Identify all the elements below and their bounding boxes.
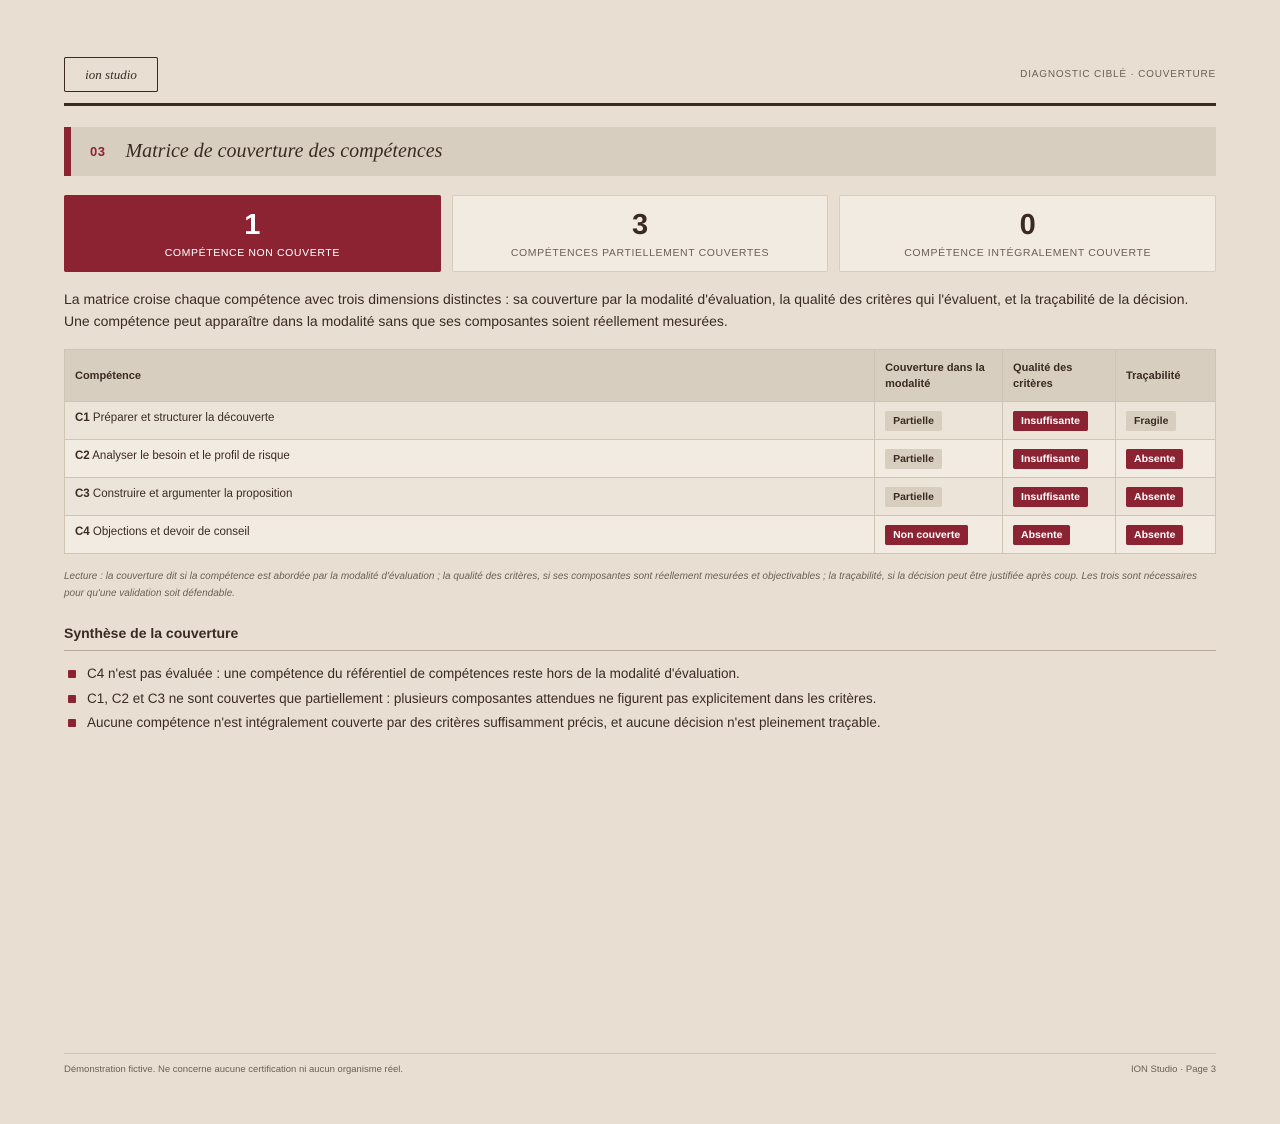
footer-page-number: ION Studio · Page 3 — [1130, 1064, 1216, 1075]
synthesis-list: C4 n'est pas évaluée : une compétence du… — [64, 662, 1216, 736]
competence-cell: C4 Objections et devoir de conseil — [63, 515, 876, 554]
page-footer: Démonstration fictive. Ne concerne aucun… — [64, 1053, 1216, 1075]
qualite-cell: Absente — [1002, 515, 1117, 554]
qualite-cell: Insuffisante — [1002, 401, 1117, 440]
status-badge: Fragile — [1126, 410, 1177, 431]
status-badge: Absente — [1126, 524, 1184, 545]
stat-card-uncovered: 1 COMPÉTENCE NON COUVERTE — [64, 195, 441, 272]
stat-label: COMPÉTENCE INTÉGRALEMENT COUVERTE — [904, 246, 1152, 259]
bullet-square-icon — [68, 719, 76, 727]
status-badge: Non couverte — [885, 524, 969, 545]
status-badge: Absente — [1126, 448, 1184, 469]
status-badge: Absente — [1126, 486, 1184, 507]
stat-card-full: 0 COMPÉTENCE INTÉGRALEMENT COUVERTE — [839, 195, 1217, 272]
bullet-square-icon — [68, 670, 76, 678]
status-badge: Partielle — [885, 486, 942, 507]
stat-value: 0 — [1019, 208, 1036, 241]
footer-disclaimer: Démonstration fictive. Ne concerne aucun… — [64, 1064, 404, 1075]
logo: ion studio — [64, 57, 158, 92]
bullet-square-icon — [68, 694, 76, 703]
list-item-text: Aucune compétence n'est intégralement co… — [87, 715, 881, 730]
header-label: DIAGNOSTIC CIBLÉ · COUVERTURE — [1020, 69, 1216, 80]
tracabilite-cell: Absente — [1115, 477, 1216, 516]
competence-cell: C1 Préparer et structurer la découverte — [63, 401, 876, 440]
table-row: C2 Analyser le besoin et le profil de ri… — [63, 439, 1216, 478]
status-badge: Insuffisante — [1013, 448, 1088, 469]
list-item: Aucune compétence n'est intégralement co… — [64, 711, 1216, 736]
tracabilite-cell: Absente — [1115, 515, 1216, 554]
couverture-cell: Partielle — [874, 401, 1004, 440]
stat-label: COMPÉTENCE NON COUVERTE — [164, 246, 340, 259]
status-badge: Insuffisante — [1013, 410, 1088, 431]
competence-name: Construire et argumenter la proposition — [92, 487, 293, 500]
list-item-text: C1, C2 et C3 ne sont couvertes que parti… — [87, 690, 877, 706]
column-header-couverture: Couverture dans la modalité — [874, 349, 1004, 402]
couverture-cell: Partielle — [874, 477, 1004, 516]
stat-value: 1 — [244, 208, 261, 241]
coverage-matrix-table: Compétence Couverture dans la modalité Q… — [63, 349, 1216, 554]
table-row: C1 Préparer et structurer la découverte … — [63, 401, 1216, 440]
stat-value: 3 — [631, 208, 649, 241]
table-row: C3 Construire et argumenter la propositi… — [63, 477, 1216, 516]
competence-cell: C3 Construire et argumenter la propositi… — [63, 477, 876, 516]
couverture-cell: Non couverte — [874, 515, 1004, 554]
list-item: C4 n'est pas évaluée : une compétence du… — [64, 662, 1216, 687]
competence-code: C4 — [75, 525, 90, 538]
status-badge: Insuffisante — [1013, 486, 1088, 507]
competence-name: Préparer et structurer la découverte — [92, 411, 275, 424]
tracabilite-cell: Absente — [1115, 439, 1216, 478]
table-row: C4 Objections et devoir de conseil Non c… — [63, 515, 1216, 554]
synthesis-title: Synthèse de la couverture — [64, 625, 1216, 651]
competence-cell: C2 Analyser le besoin et le profil de ri… — [63, 439, 876, 478]
stats-row: 1 COMPÉTENCE NON COUVERTE 3 COMPÉTENCES … — [64, 195, 1217, 272]
column-header-competence: Compétence — [63, 349, 876, 402]
table-header-row: Compétence Couverture dans la modalité Q… — [63, 349, 1216, 402]
page: ion studio DIAGNOSTIC CIBLÉ · COUVERTURE… — [63, 0, 1217, 1124]
section-number: 03 — [90, 144, 106, 159]
status-badge: Partielle — [885, 410, 942, 431]
section-title: Matrice de couverture des compétences — [125, 140, 443, 162]
status-badge: Partielle — [885, 448, 942, 469]
competence-code: C3 — [75, 487, 90, 500]
section-header: 03 Matrice de couverture des compétences — [64, 127, 1216, 176]
intro-paragraph: La matrice croise chaque compétence avec… — [64, 291, 1189, 329]
page-header: ion studio DIAGNOSTIC CIBLÉ · COUVERTURE — [64, 57, 1216, 106]
stat-label: COMPÉTENCES PARTIELLEMENT COUVERTES — [510, 246, 770, 259]
competence-code: C1 — [75, 411, 90, 424]
competence-code: C2 — [75, 449, 90, 462]
column-header-tracabilite: Traçabilité — [1115, 349, 1216, 402]
qualite-cell: Insuffisante — [1002, 477, 1117, 516]
reading-note: Lecture : la couverture dit si la compét… — [64, 571, 1198, 599]
column-header-qualite: Qualité des critères — [1002, 349, 1117, 402]
competence-name: Objections et devoir de conseil — [92, 525, 250, 538]
qualite-cell: Insuffisante — [1002, 439, 1117, 478]
list-item-text: C4 n'est pas évaluée : une compétence du… — [87, 666, 740, 681]
stat-card-partial: 3 COMPÉTENCES PARTIELLEMENT COUVERTES — [451, 195, 829, 272]
tracabilite-cell: Fragile — [1115, 401, 1216, 440]
couverture-cell: Partielle — [874, 439, 1004, 478]
competence-name: Analyser le besoin et le profil de risqu… — [92, 449, 290, 462]
list-item: C1, C2 et C3 ne sont couvertes que parti… — [64, 687, 1216, 712]
status-badge: Absente — [1013, 524, 1071, 545]
